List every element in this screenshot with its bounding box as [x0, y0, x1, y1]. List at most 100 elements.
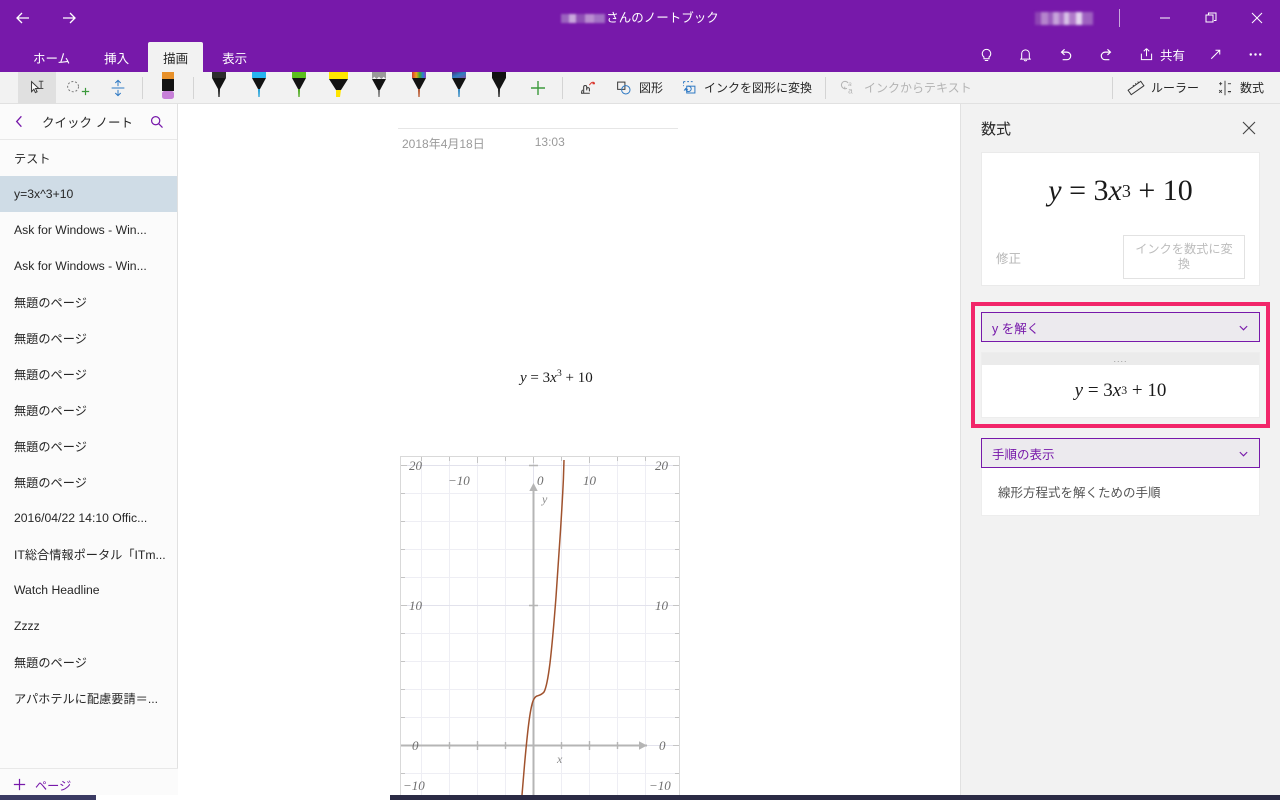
redo-button[interactable]	[1086, 36, 1127, 72]
notifications-button[interactable]	[1006, 36, 1045, 72]
toolbar-divider-5	[1111, 76, 1113, 99]
insert-space-tool[interactable]	[99, 72, 137, 104]
list-item[interactable]: 無題のページ	[0, 320, 177, 356]
plus-icon	[13, 778, 26, 791]
list-item[interactable]: 無題のページ	[0, 644, 177, 680]
list-item[interactable]: 無題のページ	[0, 428, 177, 464]
list-item[interactable]: Ask for Windows - Win...	[0, 248, 177, 284]
share-label: 共有	[1159, 48, 1185, 63]
list-item[interactable]: Watch Headline	[0, 572, 177, 608]
redacted-account-name	[1035, 11, 1093, 25]
expand-button[interactable]	[1196, 36, 1235, 72]
list-item[interactable]: 2016/04/22 14:10 Offic...	[0, 500, 177, 536]
solve-for-select[interactable]: y を解く	[981, 312, 1260, 342]
math-pane-equation[interactable]: y = 3x3 + 10	[982, 153, 1259, 229]
back-button[interactable]	[0, 0, 46, 36]
list-item[interactable]: テスト	[0, 140, 177, 176]
list-item[interactable]: アパホテルに配慮要請＝...	[0, 680, 177, 716]
shapes-button[interactable]: 図形	[606, 72, 671, 104]
result-grabber-handle[interactable]: ....	[982, 353, 1259, 365]
pen-galaxy[interactable]	[439, 71, 479, 104]
pen-rainbow[interactable]	[399, 71, 439, 104]
x-axis-name: x	[556, 752, 563, 766]
chevron-down-icon	[1238, 322, 1249, 333]
page-equation-lhs: y	[520, 370, 527, 386]
minimize-button[interactable]	[1142, 0, 1188, 36]
eq-const: 10	[1162, 174, 1193, 207]
list-item[interactable]: IT総合情報ポータル「ITm...	[0, 536, 177, 572]
steps-block: 手順の表示 線形方程式を解くための手順	[981, 438, 1260, 516]
svg-text:10: 10	[583, 473, 597, 488]
list-item[interactable]: 無題のページ	[0, 356, 177, 392]
highlighter-yellow[interactable]	[319, 71, 359, 104]
list-item[interactable]: 無題のページ	[0, 464, 177, 500]
ink-to-shape-label: インクを図形に変換	[704, 81, 813, 95]
pen-black-2[interactable]	[479, 71, 519, 104]
ruler-button[interactable]: ルーラー	[1118, 72, 1207, 104]
tell-me-button[interactable]	[967, 36, 1006, 72]
tab-insert[interactable]: 挿入	[89, 42, 144, 72]
page-equation-var: x	[550, 370, 557, 386]
maximize-button[interactable]	[1188, 0, 1234, 36]
sidebar-title: クイック ノート	[42, 116, 133, 130]
eq-var: x	[1108, 174, 1122, 207]
lasso-select-tool[interactable]	[56, 72, 99, 104]
fix-button[interactable]: 修正	[996, 248, 1113, 267]
convert-ink-to-math-button[interactable]: インクを数式に変換	[1123, 235, 1245, 279]
list-item[interactable]: Ask for Windows - Win...	[0, 212, 177, 248]
svg-text:−10: −10	[448, 473, 470, 488]
pen-green[interactable]	[279, 71, 319, 104]
add-page-label: ページ	[35, 778, 72, 793]
scrollbar-thumb-left[interactable]	[0, 795, 96, 800]
more-button[interactable]	[1235, 36, 1276, 72]
sidebar-back-button[interactable]	[12, 114, 32, 129]
timestamp-rule	[398, 128, 678, 129]
title-divider	[1119, 9, 1120, 27]
list-item[interactable]: 無題のページ	[0, 392, 177, 428]
tab-draw[interactable]: 描画	[148, 42, 204, 72]
ribbon-quick-actions: 共有	[967, 36, 1276, 72]
solve-for-value: y を解く	[992, 321, 1040, 336]
page-equation[interactable]: y = 3x3 + 10	[520, 368, 593, 387]
math-pane-title: 数式	[981, 120, 1012, 138]
eq-sign: =	[1069, 174, 1086, 207]
svg-text:0: 0	[412, 738, 419, 753]
pen-cyan[interactable]	[239, 71, 279, 104]
eraser-tool[interactable]	[148, 71, 188, 104]
tab-home[interactable]: ホーム	[18, 42, 85, 72]
forward-button[interactable]	[46, 0, 92, 36]
scrollbar-trough[interactable]	[390, 795, 1280, 800]
ink-replay-button[interactable]	[568, 72, 606, 104]
page-time: 13:03	[534, 135, 565, 149]
solution-equation: y = 3x3 + 10	[982, 365, 1259, 417]
page-canvas[interactable]: 2018年4月18日 13:03 y = 3x3 + 10 y x 20 10 …	[178, 104, 960, 800]
page-list[interactable]: テスト y=3x^3+10 Ask for Windows - Win... A…	[0, 140, 177, 768]
math-graph[interactable]: y x 20 10 0 −10 20 10 0 −10 −10 0 10	[400, 456, 680, 800]
undo-button[interactable]	[1045, 36, 1086, 72]
list-item[interactable]: 無題のページ	[0, 284, 177, 320]
math-pane-close-button[interactable]	[1238, 117, 1260, 139]
svg-text:20: 20	[409, 458, 423, 473]
horizontal-scrollbar[interactable]	[0, 795, 1280, 800]
ink-to-shape-button[interactable]: インクを図形に変換	[671, 72, 820, 104]
type-select-tool[interactable]	[18, 71, 56, 104]
list-item[interactable]: Zzzz	[0, 608, 177, 644]
show-steps-select[interactable]: 手順の表示	[981, 438, 1260, 468]
close-button[interactable]	[1234, 0, 1280, 36]
shapes-label: 図形	[639, 81, 664, 95]
pencil-gray[interactable]	[359, 71, 399, 104]
pen-black[interactable]	[199, 71, 239, 104]
list-item-selected[interactable]: y=3x^3+10	[0, 176, 177, 212]
graph-curve	[520, 459, 565, 800]
share-button[interactable]: 共有	[1127, 36, 1196, 72]
add-pen-button[interactable]	[519, 72, 557, 104]
ink-to-text-button[interactable]: a a インクからテキスト	[831, 72, 980, 104]
svg-text:−10: −10	[649, 778, 671, 793]
sidebar-search-button[interactable]	[143, 114, 165, 130]
svg-text:a: a	[848, 86, 853, 95]
math-button[interactable]: 数式	[1207, 72, 1272, 104]
equation-actions: 修正 インクを数式に変換	[982, 229, 1259, 285]
svg-text:0: 0	[659, 738, 666, 753]
tab-view[interactable]: 表示	[207, 42, 262, 72]
svg-text:20: 20	[655, 458, 669, 473]
